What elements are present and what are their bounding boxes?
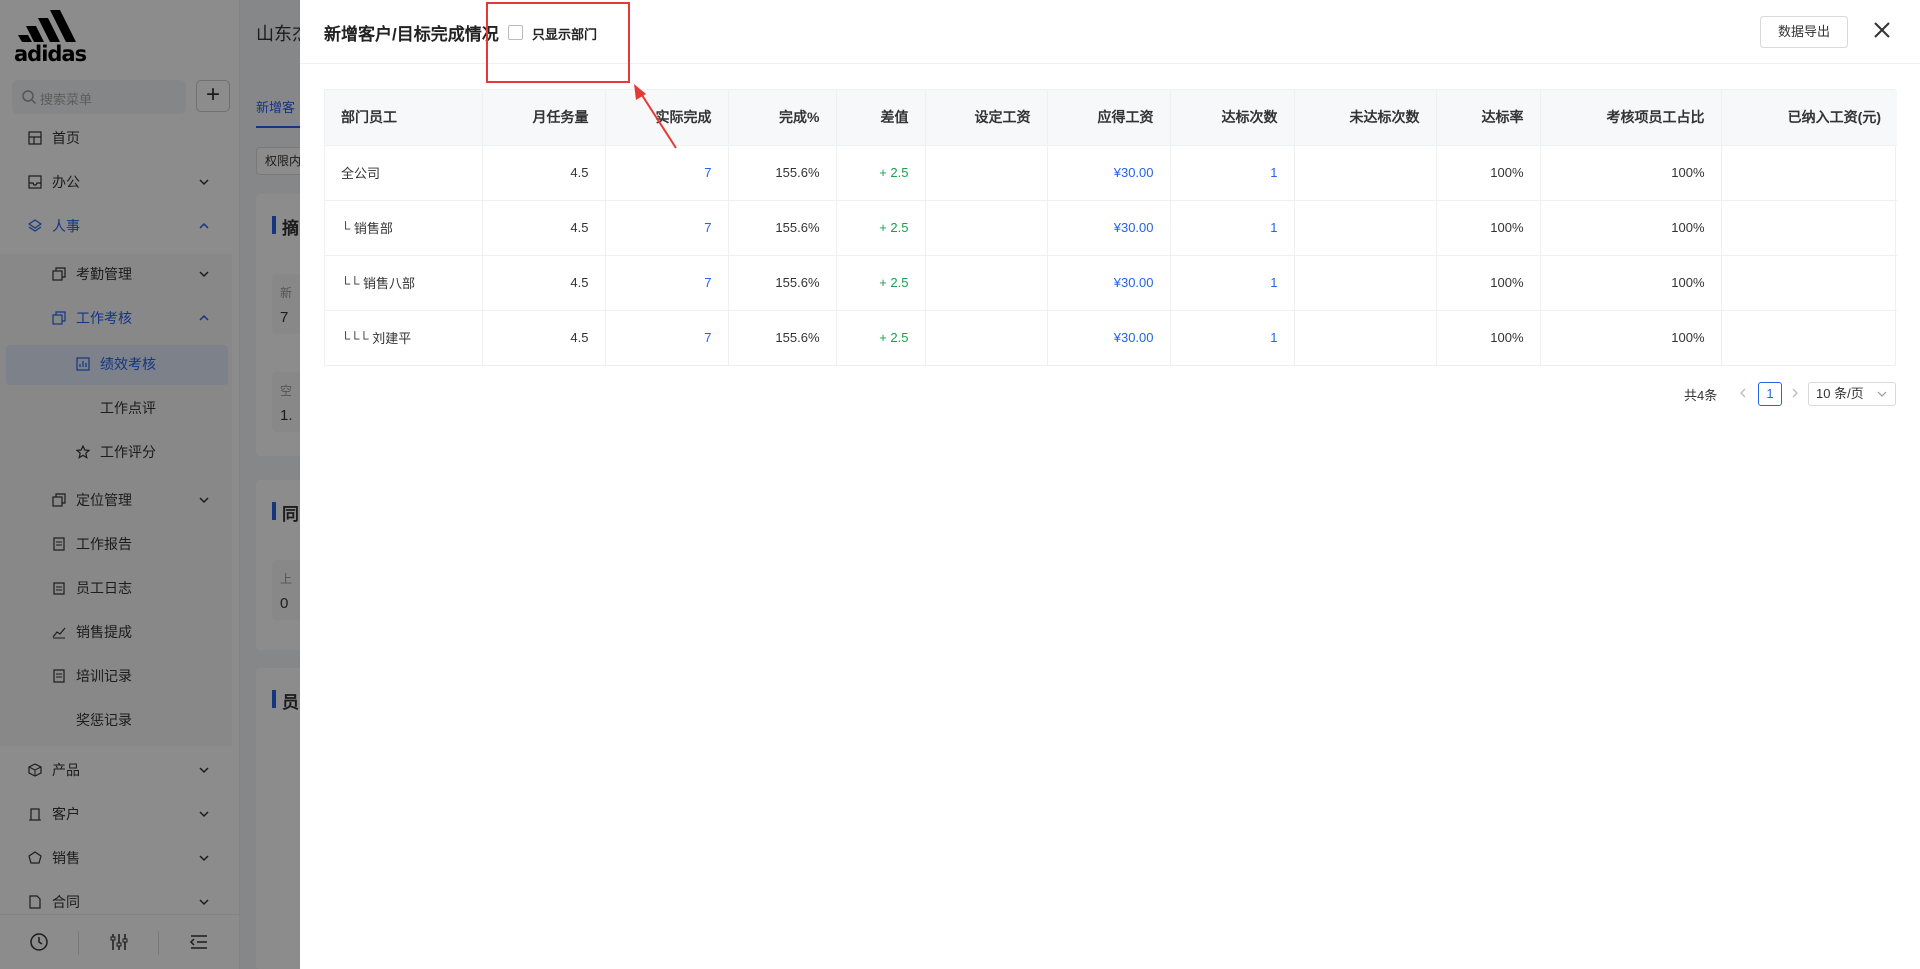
pagination: 共4条 1 10 条/页 [1684,382,1896,406]
cell-set-salary [925,145,1048,201]
cell-actual-link[interactable]: 7 [605,310,729,365]
cell-due-salary-link[interactable]: ¥30.00 [1047,200,1171,256]
cell-task: 4.5 [482,145,606,201]
cell-rate: 100% [1436,255,1541,311]
chevron-left-icon[interactable] [1736,386,1750,400]
cell-miss [1294,145,1437,201]
cell-included [1721,145,1897,201]
cell-due-salary-link[interactable]: ¥30.00 [1047,145,1171,201]
annotation-highlight-box [486,2,630,83]
cell-hit-link[interactable]: 1 [1170,255,1295,311]
cell-miss [1294,200,1437,256]
drawer-header: 新增客户/目标完成情况 只显示部门 数据导出 [300,0,1920,83]
cell-name: 全公司 [325,145,483,201]
column-header[interactable]: 月任务量 [482,90,606,146]
column-header[interactable]: 应得工资 [1047,90,1171,146]
cell-included [1721,200,1897,256]
cell-name: └└ 销售八部 [325,255,483,311]
cell-included [1721,310,1897,365]
cell-set-salary [925,255,1048,311]
cell-actual-link[interactable]: 7 [605,200,729,256]
cell-diff: + 2.5 [836,255,926,311]
cell-diff: + 2.5 [836,200,926,256]
column-header[interactable]: 未达标次数 [1294,90,1437,146]
cell-hit-link[interactable]: 1 [1170,200,1295,256]
cell-actual-link[interactable]: 7 [605,145,729,201]
cell-ratio: 100% [1540,255,1722,311]
cell-pct: 155.6% [728,255,837,311]
cell-pct: 155.6% [728,145,837,201]
cell-set-salary [925,200,1048,256]
cell-diff: + 2.5 [836,145,926,201]
column-header[interactable]: 已纳入工资(元) [1721,90,1897,146]
cell-rate: 100% [1436,310,1541,365]
page-size-select[interactable]: 10 条/页 [1808,382,1896,406]
cell-name: └ 销售部 [325,200,483,256]
table-row: └└ 销售八部 4.5 7 155.6% + 2.5 ¥30.00 1 100%… [325,255,1897,311]
cell-ratio: 100% [1540,145,1722,201]
cell-name: └└└ 刘建平 [325,310,483,365]
column-header[interactable]: 达标率 [1436,90,1541,146]
cell-task: 4.5 [482,255,606,311]
cell-pct: 155.6% [728,200,837,256]
column-header[interactable]: 达标次数 [1170,90,1295,146]
cell-ratio: 100% [1540,310,1722,365]
pagination-total: 共4条 [1684,388,1718,403]
page-button-current[interactable]: 1 [1758,382,1782,406]
column-header[interactable]: 考核项员工占比 [1540,90,1722,146]
export-button[interactable]: 数据导出 [1760,16,1848,48]
page-size-value: 10 条/页 [1816,386,1864,401]
cell-miss [1294,255,1437,311]
cell-pct: 155.6% [728,310,837,365]
column-header[interactable]: 设定工资 [925,90,1048,146]
cell-set-salary [925,310,1048,365]
column-header[interactable]: 部门员工 [325,90,483,146]
detail-drawer: 新增客户/目标完成情况 只显示部门 数据导出 部门员工 月任务量 实际完成 完成… [300,0,1920,969]
column-header[interactable]: 差值 [836,90,926,146]
cell-rate: 100% [1436,200,1541,256]
modal-overlay[interactable] [0,0,300,969]
table-row: 全公司 4.5 7 155.6% + 2.5 ¥30.00 1 100% 100… [325,145,1897,201]
cell-miss [1294,310,1437,365]
drawer-title: 新增客户/目标完成情况 [324,25,499,44]
chevron-down-icon [1877,391,1887,397]
chevron-right-icon[interactable] [1788,386,1802,400]
cell-ratio: 100% [1540,200,1722,256]
cell-task: 4.5 [482,310,606,365]
cell-hit-link[interactable]: 1 [1170,310,1295,365]
cell-due-salary-link[interactable]: ¥30.00 [1047,255,1171,311]
table-row: └└└ 刘建平 4.5 7 155.6% + 2.5 ¥30.00 1 100%… [325,310,1897,365]
cell-task: 4.5 [482,200,606,256]
cell-actual-link[interactable]: 7 [605,255,729,311]
data-table: 部门员工 月任务量 实际完成 完成% 差值 设定工资 应得工资 达标次数 未达标… [324,89,1897,366]
cell-due-salary-link[interactable]: ¥30.00 [1047,310,1171,365]
column-header[interactable]: 完成% [728,90,837,146]
close-icon[interactable] [1870,18,1894,42]
table-header-row: 部门员工 月任务量 实际完成 完成% 差值 设定工资 应得工资 达标次数 未达标… [325,90,1897,146]
table-row: └ 销售部 4.5 7 155.6% + 2.5 ¥30.00 1 100% 1… [325,200,1897,256]
cell-included [1721,255,1897,311]
cell-rate: 100% [1436,145,1541,201]
column-header[interactable]: 实际完成 [605,90,729,146]
cell-hit-link[interactable]: 1 [1170,145,1295,201]
cell-diff: + 2.5 [836,310,926,365]
